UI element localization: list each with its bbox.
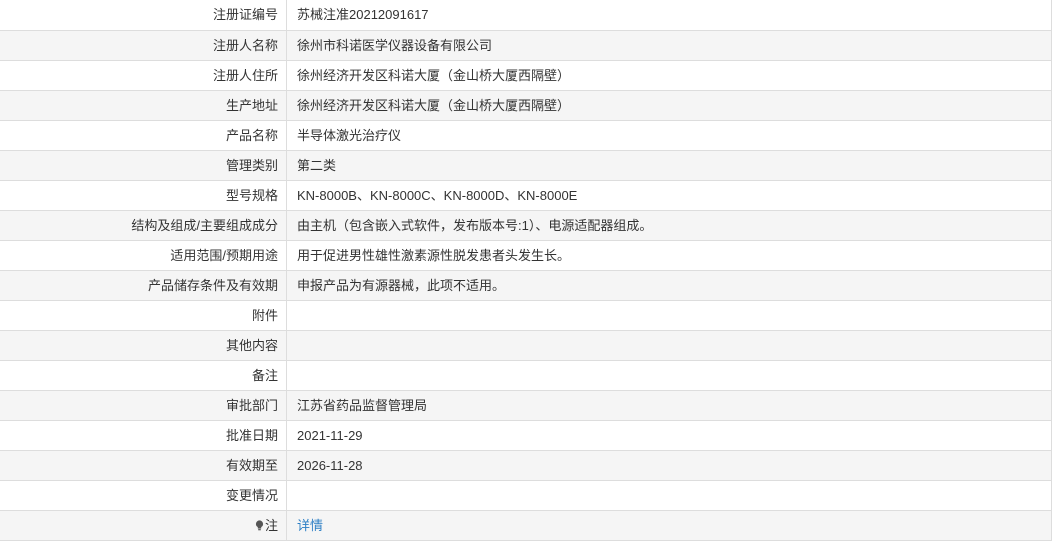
lightbulb-icon	[255, 520, 264, 531]
row-label: 结构及组成/主要组成成分	[0, 211, 287, 240]
table-row-registrant-name: 注册人名称 徐州市科诺医学仪器设备有限公司	[0, 31, 1051, 61]
row-label: 注册证编号	[0, 0, 287, 30]
row-label: 产品名称	[0, 121, 287, 150]
row-value: 2021-11-29	[297, 428, 363, 443]
row-value: 第二类	[297, 158, 337, 173]
table-row-structure-composition: 结构及组成/主要组成成分 由主机（包含嵌入式软件，发布版本号:1）、电源适配器组…	[0, 211, 1051, 241]
row-value: 徐州经济开发区科诺大厦（金山桥大厦西隔壁）	[297, 68, 571, 83]
table-row-note: 注 详情	[0, 511, 1051, 541]
row-value: 2026-11-28	[297, 458, 363, 473]
row-value	[287, 301, 1051, 330]
row-value: 申报产品为有源器械，此项不适用。	[297, 278, 506, 293]
row-label: 其他内容	[0, 331, 287, 360]
row-value: 江苏省药品监督管理局	[297, 398, 428, 413]
row-value	[287, 481, 1051, 510]
row-label: 附件	[0, 301, 287, 330]
row-label: 注册人名称	[0, 31, 287, 60]
row-label: 审批部门	[0, 391, 287, 420]
table-row-change-status: 变更情况	[0, 481, 1051, 511]
row-value	[287, 361, 1051, 390]
row-label: 适用范围/预期用途	[0, 241, 287, 270]
table-row-storage-validity: 产品储存条件及有效期 申报产品为有源器械，此项不适用。	[0, 271, 1051, 301]
row-label: 管理类别	[0, 151, 287, 180]
table-row-product-name: 产品名称 半导体激光治疗仪	[0, 121, 1051, 151]
row-label: 型号规格	[0, 181, 287, 210]
row-value	[287, 331, 1051, 360]
details-link[interactable]: 详情	[297, 518, 323, 533]
table-row-attachments: 附件	[0, 301, 1051, 331]
row-value: 半导体激光治疗仪	[297, 128, 402, 143]
row-value: 由主机（包含嵌入式软件，发布版本号:1）、电源适配器组成。	[297, 218, 653, 233]
row-value: 徐州市科诺医学仪器设备有限公司	[297, 38, 493, 53]
row-value: 苏械注准20212091617	[297, 7, 429, 22]
table-row-production-address: 生产地址 徐州经济开发区科诺大厦（金山桥大厦西隔壁）	[0, 91, 1051, 121]
row-label: 注	[0, 511, 287, 540]
table-row-registration-number: 注册证编号 苏械注准20212091617	[0, 0, 1051, 31]
table-row-management-category: 管理类别 第二类	[0, 151, 1051, 181]
note-label: 注	[264, 518, 278, 533]
row-label: 批准日期	[0, 421, 287, 450]
table-row-remarks: 备注	[0, 361, 1051, 391]
row-label: 变更情况	[0, 481, 287, 510]
row-label: 有效期至	[0, 451, 287, 480]
table-row-approval-department: 审批部门 江苏省药品监督管理局	[0, 391, 1051, 421]
row-label: 生产地址	[0, 91, 287, 120]
table-row-model-spec: 型号规格 KN-8000B、KN-8000C、KN-8000D、KN-8000E	[0, 181, 1051, 211]
row-value: 用于促进男性雄性激素源性脱发患者头发生长。	[297, 248, 571, 263]
row-value: 详情	[287, 511, 1051, 540]
row-label: 注册人住所	[0, 61, 287, 90]
row-value: 徐州经济开发区科诺大厦（金山桥大厦西隔壁）	[297, 98, 571, 113]
table-row-registrant-address: 注册人住所 徐州经济开发区科诺大厦（金山桥大厦西隔壁）	[0, 61, 1051, 91]
row-label: 产品储存条件及有效期	[0, 271, 287, 300]
table-row-valid-until: 有效期至 2026-11-28	[0, 451, 1051, 481]
registration-detail-table: 注册证编号 苏械注准20212091617 注册人名称 徐州市科诺医学仪器设备有…	[0, 0, 1052, 541]
table-row-approval-date: 批准日期 2021-11-29	[0, 421, 1051, 451]
row-value: KN-8000B、KN-8000C、KN-8000D、KN-8000E	[297, 188, 578, 203]
row-label: 备注	[0, 361, 287, 390]
table-row-intended-use: 适用范围/预期用途 用于促进男性雄性激素源性脱发患者头发生长。	[0, 241, 1051, 271]
table-row-other-content: 其他内容	[0, 331, 1051, 361]
